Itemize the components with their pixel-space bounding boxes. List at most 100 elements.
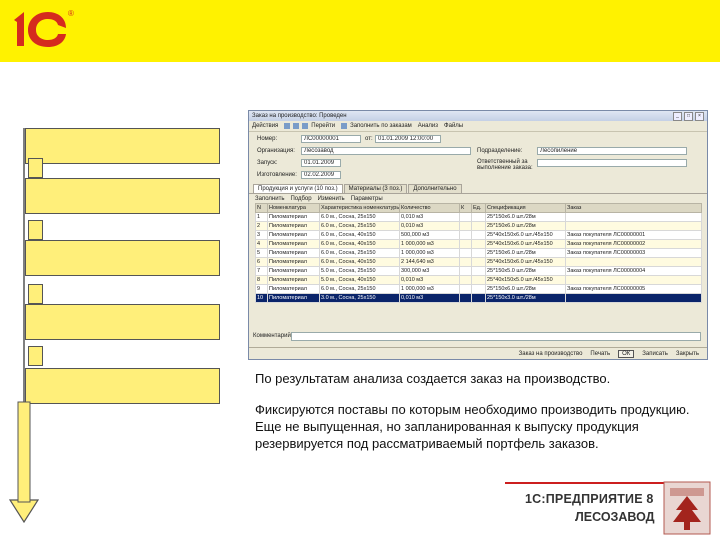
column-header[interactable]: Заказ	[565, 203, 702, 213]
table-row[interactable]: 9 Пиломатериал 6.0 м., Сосна, 25х150 1 000,…	[255, 284, 702, 294]
table-cell[interactable]: 5.0 м., Сосна, 25х150	[319, 266, 400, 276]
table-cell[interactable]: Пиломатериал	[267, 293, 320, 303]
table-cell[interactable]	[471, 239, 486, 249]
column-header[interactable]: Номенклатура	[267, 203, 320, 213]
column-header[interactable]: N	[255, 203, 268, 213]
tab-products[interactable]: Продукция и услуги (10 поз.)	[253, 184, 343, 193]
table-row[interactable]: 5 Пиломатериал 6.0 м., Сосна, 25х150 1 000,…	[255, 248, 702, 258]
table-row[interactable]: 8 Пиломатериал 5.0 м., Сосна, 40х150 0,010 …	[255, 275, 702, 285]
table-cell[interactable]	[565, 257, 702, 267]
table-cell[interactable]: 5	[255, 248, 268, 258]
table-cell[interactable]: 25*150х6.0 шт./28м	[485, 221, 566, 231]
table-cell[interactable]: 25*150х6.0 шт./28м	[485, 284, 566, 294]
table-cell[interactable]	[471, 266, 486, 276]
table-cell[interactable]	[459, 230, 472, 240]
table-cell[interactable]: Заказ покупателя ЛС00000002	[565, 239, 702, 249]
table-cell[interactable]: Заказ покупателя ЛС00000001	[565, 230, 702, 240]
table-cell[interactable]	[565, 293, 702, 303]
order-print-link[interactable]: Заказ на производство	[519, 351, 583, 357]
print-button[interactable]: Печать	[590, 351, 610, 357]
number-field[interactable]: ЛС00000001	[301, 135, 361, 143]
save-icon[interactable]	[284, 123, 291, 129]
table-row[interactable]: 10 Пиломатериал 3.0 м., Сосна, 25х150 0,010…	[255, 293, 702, 303]
table-cell[interactable]: 25*150х5.0 шт./28м	[485, 266, 566, 276]
grid-edit-button[interactable]: Изменить	[318, 196, 345, 202]
table-cell[interactable]	[471, 284, 486, 294]
table-cell[interactable]: 1 000,000 м3	[399, 239, 460, 249]
resp-field[interactable]	[537, 159, 687, 167]
table-cell[interactable]	[459, 284, 472, 294]
table-cell[interactable]: 25*150х6.0 шт./28м	[485, 212, 566, 222]
table-cell[interactable]: 0,010 м3	[399, 212, 460, 222]
table-cell[interactable]: 25*40х150х5.0 шт./45х150	[485, 275, 566, 285]
table-cell[interactable]	[565, 221, 702, 231]
table-cell[interactable]	[565, 212, 702, 222]
toolbar-analysis[interactable]: Анализ	[418, 123, 438, 129]
close-button[interactable]: Закрыть	[676, 351, 699, 357]
save-button[interactable]: Записать	[642, 351, 668, 357]
table-cell[interactable]: 6	[255, 257, 268, 267]
table-cell[interactable]: 2 144,640 м3	[399, 257, 460, 267]
table-cell[interactable]: 6.0 м., Сосна, 40х150	[319, 239, 400, 249]
table-cell[interactable]: Пиломатериал	[267, 266, 320, 276]
dept-field[interactable]: Лесопиление	[537, 147, 687, 155]
table-cell[interactable]	[459, 275, 472, 285]
table-cell[interactable]: 500,000 м3	[399, 230, 460, 240]
table-cell[interactable]: 0,010 м3	[399, 293, 460, 303]
table-cell[interactable]: 6.0 м., Сосна, 25х150	[319, 221, 400, 231]
table-cell[interactable]	[565, 275, 702, 285]
table-cell[interactable]: Заказ покупателя ЛС00000003	[565, 248, 702, 258]
table-cell[interactable]	[459, 212, 472, 222]
table-cell[interactable]	[471, 212, 486, 222]
post-icon[interactable]	[293, 123, 300, 129]
maximize-icon[interactable]: □	[684, 111, 693, 121]
table-cell[interactable]: Пиломатериал	[267, 221, 320, 231]
table-cell[interactable]	[471, 230, 486, 240]
column-header[interactable]: Количество	[399, 203, 460, 213]
table-cell[interactable]: 9	[255, 284, 268, 294]
ok-button[interactable]: ОК	[618, 349, 635, 358]
table-cell[interactable]: 25*40х150х6.0 шт./45х150	[485, 257, 566, 267]
table-cell[interactable]	[459, 266, 472, 276]
date-field[interactable]: 01.01.2009 12:00:00	[375, 135, 441, 143]
table-cell[interactable]: 10	[255, 293, 268, 303]
table-cell[interactable]: 1	[255, 212, 268, 222]
table-cell[interactable]	[459, 257, 472, 267]
grid-fill-button[interactable]: Заполнить	[255, 196, 284, 202]
toolbar-fill[interactable]: Заполнить по заказам	[350, 123, 412, 129]
table-cell[interactable]: 4	[255, 239, 268, 249]
table-cell[interactable]: 0,010 м3	[399, 221, 460, 231]
period-field[interactable]: 01.01.2009	[301, 159, 341, 167]
table-cell[interactable]	[459, 293, 472, 303]
table-cell[interactable]: 2	[255, 221, 268, 231]
table-cell[interactable]	[471, 293, 486, 303]
column-header[interactable]: Ед.	[471, 203, 486, 213]
table-row[interactable]: 1 Пиломатериал 6.0 м., Сосна, 25х150 0,010 …	[255, 212, 702, 222]
table-cell[interactable]	[471, 248, 486, 258]
column-header[interactable]: Характеристика номенклатуры	[319, 203, 400, 213]
table-cell[interactable]: Пиломатериал	[267, 212, 320, 222]
toolbar-actions[interactable]: Действия	[252, 123, 278, 129]
table-row[interactable]: 6 Пиломатериал 6.0 м., Сосна, 40х150 2 144,…	[255, 257, 702, 267]
toolbar-files[interactable]: Файлы	[444, 123, 463, 129]
release-field[interactable]: 02.02.2009	[301, 171, 341, 179]
table-cell[interactable]: Пиломатериал	[267, 275, 320, 285]
table-cell[interactable]: 300,000 м3	[399, 266, 460, 276]
table-cell[interactable]	[471, 221, 486, 231]
grid-pick-button[interactable]: Подбор	[290, 196, 311, 202]
table-cell[interactable]: Пиломатериал	[267, 239, 320, 249]
table-cell[interactable]: 3	[255, 230, 268, 240]
org-field[interactable]: Лесозавод	[301, 147, 471, 155]
table-cell[interactable]: Пиломатериал	[267, 248, 320, 258]
table-cell[interactable]	[471, 257, 486, 267]
table-cell[interactable]: 0,010 м3	[399, 275, 460, 285]
table-cell[interactable]: Пиломатериал	[267, 257, 320, 267]
toolbar-goto[interactable]: Перейти	[311, 123, 335, 129]
grid-params-button[interactable]: Параметры	[351, 196, 383, 202]
table-cell[interactable]	[459, 239, 472, 249]
table-cell[interactable]: 8	[255, 275, 268, 285]
table-row[interactable]: 2 Пиломатериал 6.0 м., Сосна, 25х150 0,010 …	[255, 221, 702, 231]
table-cell[interactable]: 6.0 м., Сосна, 25х150	[319, 284, 400, 294]
table-cell[interactable]: 25*40х150х6.0 шт./45х150	[485, 239, 566, 249]
table-cell[interactable]: 6.0 м., Сосна, 25х150	[319, 248, 400, 258]
